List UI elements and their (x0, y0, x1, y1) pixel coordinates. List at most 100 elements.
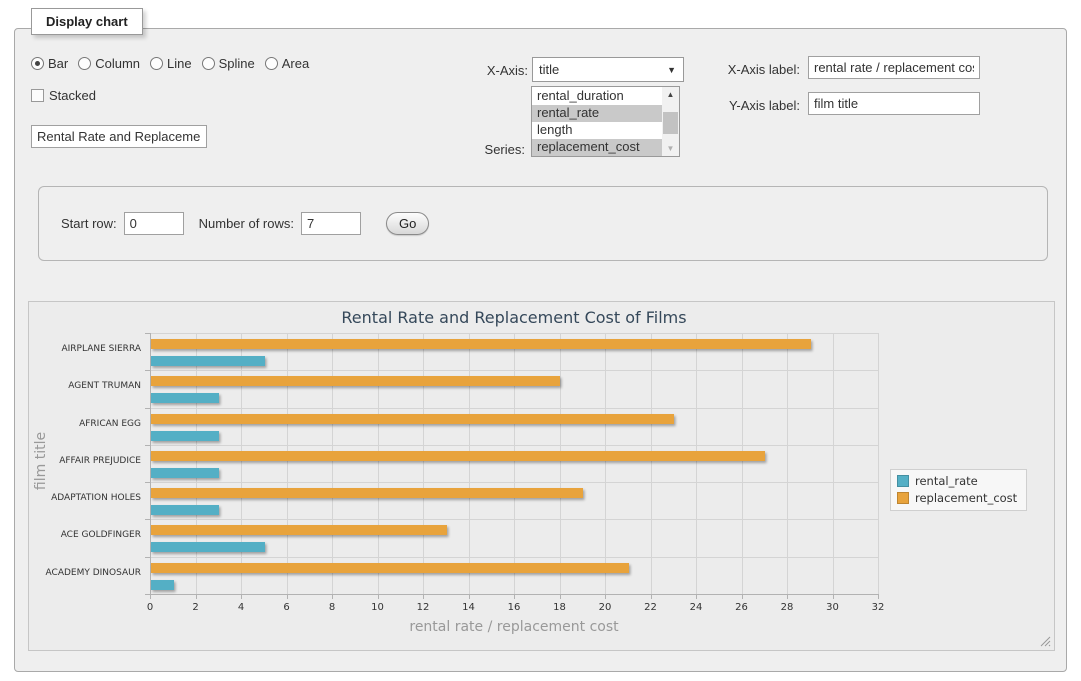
category-label: ACE GOLDFINGER (29, 529, 141, 541)
x-axis-selected-value: title (533, 62, 667, 77)
bar-replacement_cost (151, 488, 583, 498)
legend-item-rental_rate[interactable]: rental_rate (897, 474, 1017, 488)
x-tick-label: 10 (363, 602, 393, 613)
chart-type-label: Bar (48, 56, 68, 71)
display-chart-fieldset: Display chart BarColumnLineSplineArea St… (14, 28, 1067, 672)
chart-panel: Rental Rate and Replacement Cost of Film… (28, 301, 1055, 651)
scroll-down-icon[interactable]: ▼ (662, 141, 679, 156)
radio-icon (202, 57, 215, 70)
display-chart-legend: Display chart (31, 8, 143, 35)
x-tick-label: 32 (863, 602, 893, 613)
gridline (605, 333, 606, 594)
x-tick-label: 12 (408, 602, 438, 613)
gridline (560, 333, 561, 594)
gridline (150, 408, 878, 409)
x-tick-label: 0 (135, 602, 165, 613)
radio-icon (31, 57, 44, 70)
x-axis-select[interactable]: title ▼ (532, 57, 684, 82)
legend-item-replacement_cost[interactable]: replacement_cost (897, 491, 1017, 505)
gridline (833, 333, 834, 594)
chart-type-spline[interactable]: Spline (202, 56, 255, 71)
chart-type-label: Area (282, 56, 309, 71)
x-axis-title: rental rate / replacement cost (150, 619, 878, 635)
x-tick-label: 20 (590, 602, 620, 613)
x-tick-label: 26 (727, 602, 757, 613)
stacked-label: Stacked (49, 88, 96, 103)
gridline (150, 482, 878, 483)
chart-title-input[interactable] (31, 125, 207, 148)
y-axis-label-input[interactable] (808, 92, 980, 115)
series-options: rental_durationrental_ratelengthreplacem… (532, 87, 662, 156)
category-label: AIRPLANE SIERRA (29, 343, 141, 355)
go-button[interactable]: Go (386, 212, 429, 235)
y-axis-label-field-label: Y-Axis label: (718, 98, 800, 113)
gridline (651, 333, 652, 594)
series-scrollbar[interactable]: ▲ ▼ (662, 87, 679, 156)
bar-rental_rate (151, 356, 265, 366)
gridline (150, 557, 878, 558)
chart-type-bar[interactable]: Bar (31, 56, 68, 71)
x-tick-label: 30 (818, 602, 848, 613)
bar-replacement_cost (151, 376, 560, 386)
num-rows-input[interactable] (301, 212, 361, 235)
scrollbar-thumb[interactable] (663, 112, 678, 134)
bar-replacement_cost (151, 563, 629, 573)
x-axis-label-field-label: X-Axis label: (718, 62, 800, 77)
radio-icon (150, 57, 163, 70)
series-option-rental_rate[interactable]: rental_rate (532, 105, 662, 122)
stacked-checkbox[interactable] (31, 89, 44, 102)
series-option-replacement_cost[interactable]: replacement_cost (532, 139, 662, 156)
gridline (696, 333, 697, 594)
dropdown-arrow-icon: ▼ (667, 65, 683, 75)
row-controls-panel: Start row: Number of rows: Go (38, 186, 1048, 261)
category-label: AGENT TRUMAN (29, 380, 141, 392)
gridline (196, 333, 197, 594)
series-listbox[interactable]: rental_durationrental_ratelengthreplacem… (531, 86, 680, 157)
gridline (241, 333, 242, 594)
bar-rental_rate (151, 505, 219, 515)
num-rows-label: Number of rows: (199, 216, 294, 231)
chart-type-line[interactable]: Line (150, 56, 192, 71)
bar-replacement_cost (151, 414, 674, 424)
start-row-input[interactable] (124, 212, 184, 235)
series-option-length[interactable]: length (532, 122, 662, 139)
x-axis-label-input[interactable] (808, 56, 980, 79)
radio-icon (78, 57, 91, 70)
chart-type-area[interactable]: Area (265, 56, 309, 71)
chart-type-column[interactable]: Column (78, 56, 140, 71)
legend-label: replacement_cost (915, 491, 1017, 505)
bar-replacement_cost (151, 451, 765, 461)
gridline (150, 519, 878, 520)
start-row-label: Start row: (61, 216, 117, 231)
page: Display chart Bar Column Line Spline Area St… (0, 0, 1081, 681)
x-tick-label: 2 (181, 602, 211, 613)
legend-swatch-icon (897, 475, 909, 487)
gridline (332, 333, 333, 594)
x-tick-label: 22 (636, 602, 666, 613)
chart-type-label: Column (95, 56, 140, 71)
gridline (742, 333, 743, 594)
stacked-checkbox-row[interactable]: Stacked (31, 88, 96, 103)
gridline (150, 333, 878, 334)
bar-rental_rate (151, 393, 219, 403)
x-tick-label: 6 (272, 602, 302, 613)
chart-type-radio-group: Bar Column Line Spline Area (31, 56, 309, 71)
chart-type-label: Spline (219, 56, 255, 71)
x-axis-field-label: X-Axis: (470, 63, 528, 78)
resize-handle-icon[interactable] (1040, 636, 1051, 647)
bar-rental_rate (151, 580, 174, 590)
scrollbar-track[interactable] (662, 102, 679, 141)
gridline (423, 333, 424, 594)
radio-dot-icon (35, 61, 40, 66)
chart-type-label: Line (167, 56, 192, 71)
scroll-up-icon[interactable]: ▲ (662, 87, 679, 102)
gridline (469, 333, 470, 594)
series-option-rental_duration[interactable]: rental_duration (532, 88, 662, 105)
gridline (287, 333, 288, 594)
x-tick-label: 16 (499, 602, 529, 613)
chart-legend: rental_rate replacement_cost (890, 469, 1027, 511)
bar-replacement_cost (151, 525, 447, 535)
gridline (514, 333, 515, 594)
gridline (150, 370, 878, 371)
x-tick-label: 4 (226, 602, 256, 613)
